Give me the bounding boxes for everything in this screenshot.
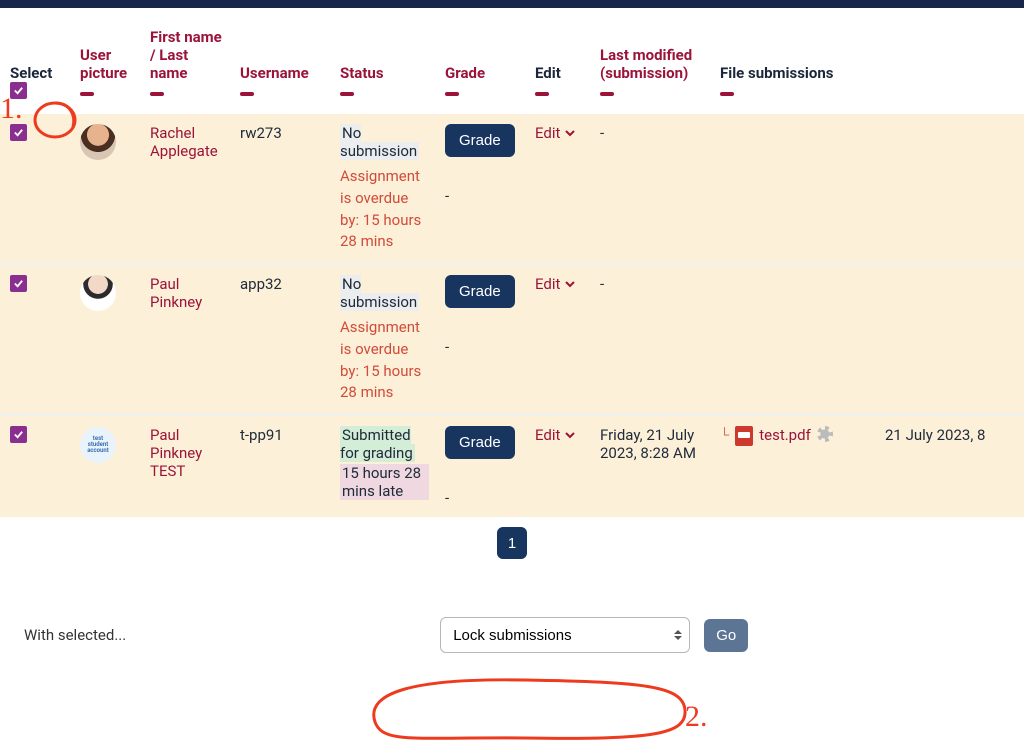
row-checkbox[interactable] [10, 426, 27, 443]
header-grade-label[interactable]: Grade [445, 64, 485, 82]
col-header-grade: Grade [435, 18, 525, 110]
grade-value: - [445, 489, 519, 507]
username-cell: rw273 [230, 110, 330, 263]
with-selected-label: With selected... [24, 626, 126, 644]
username-cell: t-pp91 [230, 414, 330, 517]
user-name-link[interactable]: Paul Pinkney TEST [150, 426, 202, 480]
chevron-down-icon [564, 278, 576, 290]
page-1-button[interactable]: 1 [497, 527, 527, 559]
grade-button[interactable]: Grade [445, 124, 515, 157]
row-checkbox[interactable] [10, 124, 27, 141]
grade-button[interactable]: Grade [445, 275, 515, 308]
row-checkbox[interactable] [10, 275, 27, 292]
collapse-icon[interactable] [535, 92, 549, 96]
grade-cell: Grade - [435, 414, 525, 517]
table-row: Rachel Applegate rw273 No submission Ass… [0, 110, 1024, 263]
col-header-name: First name / Last name [140, 18, 230, 110]
collapse-icon[interactable] [600, 92, 614, 96]
bulk-action-select[interactable]: Lock submissions [440, 617, 690, 653]
collapse-icon[interactable] [720, 92, 734, 96]
pagination: 1 [0, 527, 1024, 559]
avatar[interactable] [80, 275, 116, 311]
grade-button[interactable]: Grade [445, 426, 515, 459]
edit-menu[interactable]: Edit [535, 426, 576, 444]
user-name-link[interactable]: Paul Pinkney [150, 275, 202, 311]
header-status-label[interactable]: Status [340, 64, 384, 82]
status-overdue: Assignment is overdue by: 15 hours 28 mi… [340, 166, 429, 253]
grade-cell: Grade - [435, 110, 525, 263]
table-row: teststudentaccount Paul Pinkney TEST t-p… [0, 414, 1024, 517]
gear-icon[interactable] [817, 426, 833, 442]
tree-icon: └ [720, 426, 729, 442]
file-date-cell: 21 July 2023, 8 [875, 414, 1024, 517]
col-header-edit: Edit [525, 18, 590, 110]
header-username-label[interactable]: Username [240, 64, 309, 82]
col-header-picture: User picture [70, 18, 140, 110]
col-header-status: Status [330, 18, 435, 110]
go-button[interactable]: Go [704, 619, 748, 652]
status-cell: No submission Assignment is overdue by: … [330, 263, 435, 414]
edit-menu[interactable]: Edit [535, 124, 576, 142]
collapse-icon[interactable] [445, 92, 459, 96]
file-link[interactable]: test.pdf [759, 426, 811, 444]
submissions-table: Select User picture First name / Last na… [0, 18, 1024, 517]
top-strip [0, 0, 1024, 8]
collapse-icon[interactable] [240, 92, 254, 96]
annotation-2 [355, 672, 695, 748]
header-edit-label: Edit [535, 64, 561, 82]
avatar[interactable] [80, 124, 116, 160]
modified-cell: - [600, 275, 604, 293]
status-overdue: Assignment is overdue by: 15 hours 28 mi… [340, 317, 429, 404]
status-main: No submission [340, 275, 419, 311]
col-header-modified: Last modified (submission) [590, 18, 710, 110]
collapse-icon[interactable] [80, 92, 94, 96]
table-row: Paul Pinkney app32 No submission Assignm… [0, 263, 1024, 414]
header-firstname-label[interactable]: First name [150, 28, 222, 46]
grade-cell: Grade - [435, 263, 525, 414]
modified-cell: Friday, 21 July 2023, 8:28 AM [590, 414, 710, 517]
status-cell: No submission Assignment is overdue by: … [330, 110, 435, 263]
modified-cell: - [600, 124, 604, 142]
user-name-link[interactable]: Rachel Applegate [150, 124, 218, 160]
collapse-icon[interactable] [150, 92, 164, 96]
status-cell: Submitted for grading 15 hours 28 mins l… [330, 414, 435, 517]
grade-value: - [445, 187, 519, 205]
col-header-username: Username [230, 18, 330, 110]
username-cell: app32 [230, 263, 330, 414]
chevron-down-icon [564, 429, 576, 441]
bulk-action-controls: With selected... Lock submissions Go [0, 599, 1024, 653]
annotation-2-label: 2. [685, 700, 708, 734]
header-picture-label[interactable]: User picture [80, 46, 127, 82]
avatar[interactable]: teststudentaccount [80, 427, 116, 463]
collapse-icon[interactable] [340, 92, 354, 96]
annotation-1-label: 1. [0, 92, 23, 126]
header-modified-label[interactable]: Last modified (submission) [600, 46, 692, 82]
status-main: No submission [340, 124, 419, 160]
edit-menu[interactable]: Edit [535, 275, 576, 293]
status-late: 15 hours 28 mins late [340, 464, 429, 500]
pdf-icon [735, 426, 753, 446]
header-select-label[interactable]: Select [10, 64, 52, 82]
header-files-label: File submissions [720, 64, 833, 82]
chevron-down-icon [564, 127, 576, 139]
grade-value: - [445, 338, 519, 356]
col-header-files: File submissions [710, 18, 875, 110]
status-main: Submitted for grading [340, 426, 415, 462]
file-submission: └ test.pdf [720, 426, 869, 446]
